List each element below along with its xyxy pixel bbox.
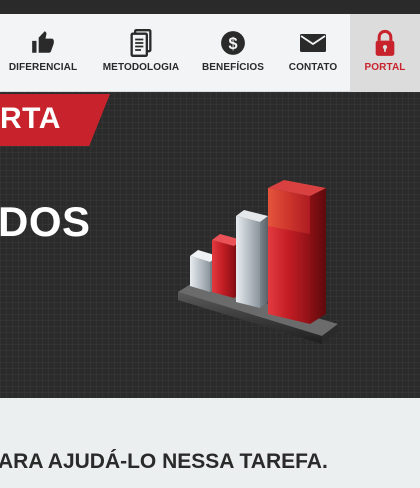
- nav-label: CONTATO: [288, 62, 338, 73]
- nav-label: BENEFÍCIOS: [201, 62, 265, 73]
- nav-item-portal[interactable]: PORTAL: [350, 14, 420, 92]
- bar-4-highlight: [268, 188, 310, 234]
- nav-label: METODOLOGIA: [102, 62, 180, 73]
- nav-item-contato[interactable]: CONTATO: [278, 14, 348, 92]
- dollar-icon: $: [220, 28, 246, 58]
- nav-item-metodologia[interactable]: METODOLOGIA: [96, 14, 186, 92]
- nav-label: PORTAL: [364, 62, 406, 73]
- hero-tag-text: RTA: [0, 102, 61, 135]
- document-icon: [129, 28, 153, 58]
- nav-item-beneficios[interactable]: $ BENEFÍCIOS: [196, 14, 270, 92]
- lock-icon: [373, 28, 397, 58]
- hero-tag: RTA: [0, 94, 110, 146]
- main-nav: DIFERENCIAL METODOLOGIA $ BENEFÍCIOS CON…: [0, 14, 420, 92]
- hero-banner: RTA DOS: [0, 92, 420, 398]
- top-strip: [0, 0, 420, 14]
- nav-item-diferencial[interactable]: DIFERENCIAL: [0, 14, 86, 92]
- bar-3-front: [236, 216, 260, 308]
- bar-chart-illustration: [178, 180, 338, 344]
- bar-2-front: [212, 240, 234, 298]
- envelope-icon: [299, 28, 327, 58]
- intro-heading: ARA AJUDÁ-LO NESSA TAREFA.: [0, 450, 328, 473]
- thumbs-up-icon: [30, 28, 56, 58]
- nav-label: DIFERENCIAL: [8, 62, 78, 73]
- svg-text:$: $: [228, 35, 237, 53]
- bar-1-front: [190, 256, 210, 292]
- bar-4-side: [310, 188, 326, 324]
- intro-band: ARA AJUDÁ-LO NESSA TAREFA.: [0, 398, 420, 488]
- hero-title: DOS: [0, 198, 91, 245]
- bar-3-side: [260, 216, 268, 308]
